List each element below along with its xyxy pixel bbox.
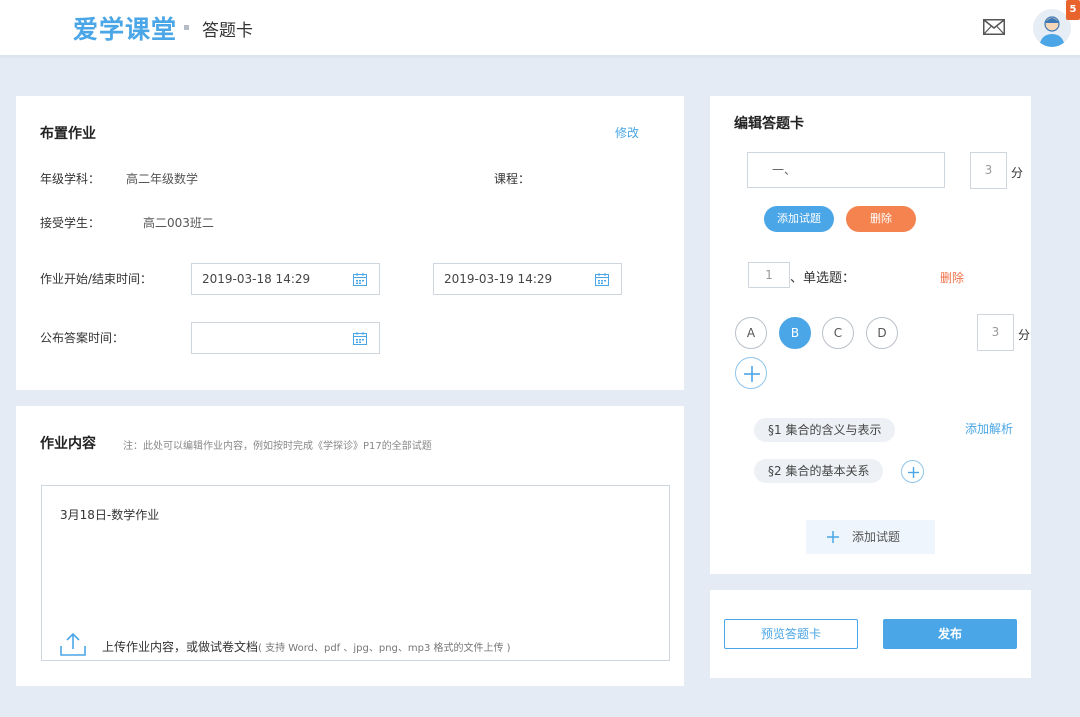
students-label: 接受学生： [40,216,101,230]
question-number-input[interactable]: 1 [748,262,790,288]
plus-icon [908,467,919,478]
question-block: 1 、单选题： 删除 A B C D 3 分 §1 集合的含义与表示 添加解析 … [734,254,1030,494]
add-option-button[interactable] [735,357,767,389]
upload-icon[interactable] [60,632,86,656]
html5-badge: 5 [1066,0,1080,20]
knowledge-tag-1[interactable]: §1 集合的含义与表示 [754,418,896,442]
section-score-input[interactable]: 3 [970,152,1007,189]
end-time-field[interactable]: 2019-03-19 14:29 [433,263,622,295]
answer-time-label: 公布答案时间： [40,331,125,345]
delete-section-button[interactable]: 删除 [846,206,916,232]
question-type: 、单选题： [790,271,856,286]
calendar-icon [353,332,367,345]
card-panel-title: 编辑答题卡 [734,116,804,132]
mail-icon[interactable] [983,19,1005,35]
knowledge-tag-2[interactable]: §2 集合的基本关系 [754,459,884,483]
time-label: 作业开始/结束时间： [40,272,153,286]
upload-hint: ( 支持 Word、pdf 、jpg、png、mp3 格式的文件上传 ) [258,643,511,654]
question-score-unit: 分 [1018,328,1031,342]
calendar-icon [595,273,609,286]
content-editor[interactable]: 3月18日-数学作业 上传作业内容，或做试卷文档( 支持 Word、pdf 、j… [41,485,670,661]
option-d[interactable]: D [866,317,898,349]
option-c[interactable]: C [822,317,854,349]
content-note: 注：此处可以编辑作业内容，例如按时完成《学探诊》P17的全部试题 [123,441,432,452]
app-logo[interactable]: 爱学课堂 [73,10,177,46]
card-panel: 编辑答题卡 一、 3 分 添加试题 删除 1 、单选题： 删除 A B C D … [710,96,1031,574]
start-time-value: 2019-03-18 14:29 [202,272,311,286]
publish-button[interactable]: 发布 [883,619,1017,649]
add-question-bottom-button[interactable]: 添加试题 [806,520,935,554]
start-time-field[interactable]: 2019-03-18 14:29 [191,263,380,295]
logo-separator [184,25,189,30]
add-question-bottom-label: 添加试题 [852,530,901,544]
content-text[interactable]: 3月18日-数学作业 [60,506,159,523]
add-analysis-link[interactable]: 添加解析 [965,420,1013,437]
preview-card-button[interactable]: 预览答题卡 [724,619,858,649]
course-label: 课程： [494,172,531,186]
assign-panel-title: 布置作业 [40,126,96,142]
content-panel-title: 作业内容 [40,436,96,452]
plus-icon [744,366,760,382]
section-name-value: 一、 [772,163,797,177]
upload-link[interactable]: 上传作业内容，或做试卷文档( 支持 Word、pdf 、jpg、png、mp3 … [102,638,511,655]
edit-link[interactable]: 修改 [615,124,639,141]
students-value: 高二003班二 [143,216,214,230]
end-time-value: 2019-03-19 14:29 [444,272,553,286]
calendar-icon [353,273,367,286]
upload-text: 上传作业内容，或做试卷文档 [102,640,259,654]
grade-subject-value: 高二年级数学 [126,172,199,186]
section-score-unit: 分 [1011,166,1024,180]
page-title: 答题卡 [202,21,253,41]
section-name-input[interactable]: 一、 [747,152,945,188]
plus-icon [827,531,839,543]
grade-subject-label: 年级学科： [40,172,101,186]
answer-time-field[interactable] [191,322,380,354]
add-tag-button[interactable] [901,460,924,483]
delete-question-link[interactable]: 删除 [940,269,964,286]
option-a[interactable]: A [735,317,767,349]
question-score-input[interactable]: 3 [977,314,1014,351]
add-question-button[interactable]: 添加试题 [764,206,834,232]
top-bar: 爱学课堂 答题卡 5 [0,0,1080,56]
action-panel: 预览答题卡 发布 [710,590,1031,678]
option-b[interactable]: B [779,317,811,349]
content-panel: 作业内容 注：此处可以编辑作业内容，例如按时完成《学探诊》P17的全部试题 3月… [16,406,684,686]
assign-panel: 布置作业 修改 年级学科： 高二年级数学 课程： 接受学生： 高二003班二 作… [16,96,684,390]
